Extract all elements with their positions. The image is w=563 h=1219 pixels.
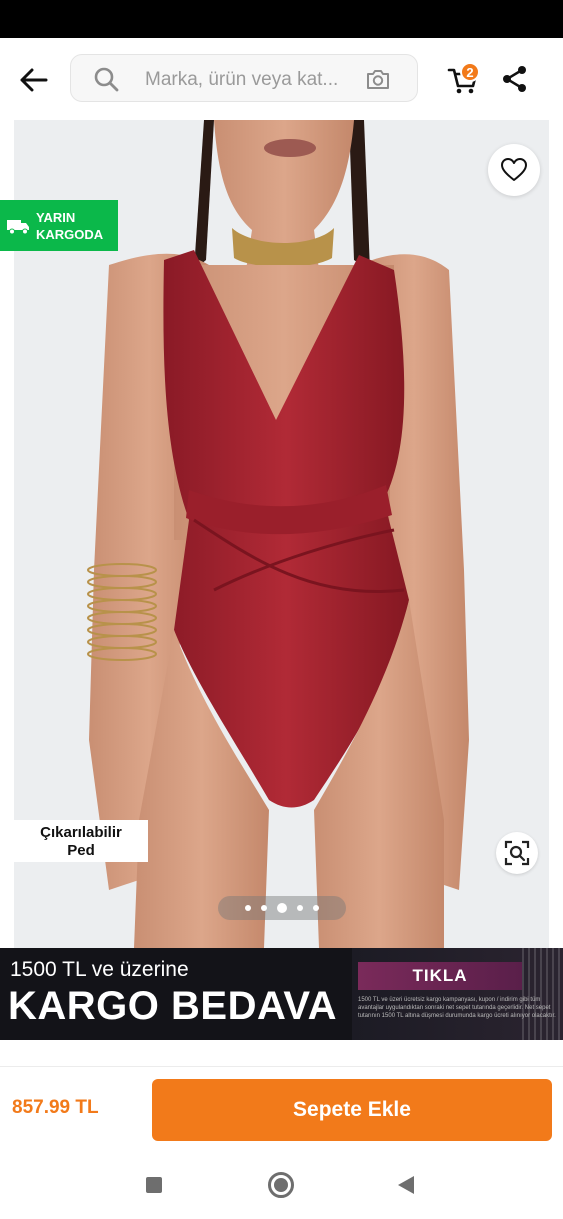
feature-tag: Çıkarılabilir Ped (14, 820, 148, 862)
shipping-badge-line1: YARIN (36, 209, 76, 225)
truck-icon (7, 219, 29, 234)
search-icon (94, 67, 119, 92)
visual-search-button[interactable] (496, 832, 538, 874)
feature-tag-line2: Ped (67, 842, 95, 859)
product-price: 857.99 TL (12, 1097, 99, 1118)
system-nav-bar (0, 1152, 563, 1219)
banner-cta-button[interactable]: TIKLA (358, 962, 522, 990)
system-back-button[interactable] (398, 1176, 414, 1194)
carousel-dot[interactable] (297, 905, 303, 911)
next-day-shipping-badge: YARIN KARGODA (0, 200, 118, 251)
top-bar: Marka, ürün veya kat... 2 (0, 38, 563, 120)
visual-search-icon (504, 840, 530, 866)
favorite-button[interactable] (488, 144, 540, 196)
add-to-cart-button[interactable]: Sepete Ekle (152, 1079, 552, 1141)
share-icon (503, 66, 526, 92)
recent-apps-button[interactable] (146, 1177, 162, 1193)
camera-icon[interactable] (365, 67, 391, 91)
cart-count-badge: 2 (460, 62, 480, 82)
banner-right-panel: TIKLA 1500 TL ve üzeri ücretsiz kargo ka… (352, 948, 563, 1040)
heart-icon (501, 158, 527, 181)
carousel-dot[interactable] (261, 905, 267, 911)
shipping-badge-line2: KARGODA (36, 226, 104, 242)
free-shipping-banner[interactable]: 1500 TL ve üzerine KARGO BEDAVA TIKLA 15… (0, 948, 563, 1040)
home-dot (274, 1178, 288, 1192)
back-button[interactable] (14, 60, 54, 100)
carousel-dot-active[interactable] (277, 903, 287, 913)
carousel-indicator (218, 896, 346, 920)
banner-stripes (522, 948, 563, 1040)
status-bar (0, 0, 563, 38)
banner-fine-print: 1500 TL ve üzeri ücretsiz kargo kampanya… (358, 997, 556, 1019)
search-placeholder: Marka, ürün veya kat... (145, 69, 339, 90)
carousel-dot[interactable] (245, 905, 251, 911)
home-button[interactable] (268, 1172, 294, 1198)
share-button[interactable] (500, 64, 530, 94)
banner-subtitle: 1500 TL ve üzerine (10, 958, 189, 981)
feature-tag-line1: Çıkarılabilir (40, 824, 122, 841)
banner-title: KARGO BEDAVA (8, 984, 337, 1028)
purchase-bar: 857.99 TL Sepete Ekle (0, 1066, 563, 1152)
search-input[interactable]: Marka, ürün veya kat... (70, 54, 418, 102)
back-arrow-icon (20, 68, 48, 92)
carousel-dot[interactable] (313, 905, 319, 911)
